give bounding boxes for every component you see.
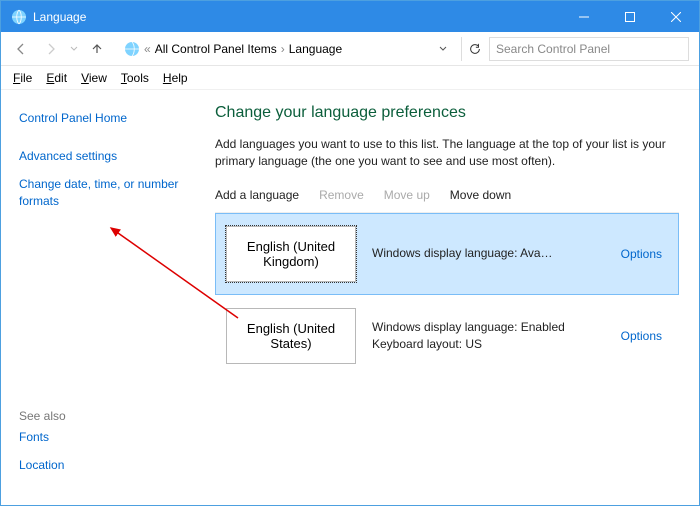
language-meta: Windows display language: Ava… bbox=[372, 245, 605, 262]
breadcrumb-language[interactable]: Language bbox=[285, 40, 346, 58]
remove-button[interactable]: Remove bbox=[319, 188, 364, 202]
language-tile: English (United States) bbox=[226, 308, 356, 364]
back-button[interactable] bbox=[7, 35, 35, 63]
sidebar-location[interactable]: Location bbox=[19, 451, 197, 479]
refresh-button[interactable] bbox=[461, 37, 487, 61]
sidebar-advanced[interactable]: Advanced settings bbox=[19, 142, 197, 170]
language-row-uk[interactable]: English (United Kingdom) Windows display… bbox=[215, 213, 679, 295]
language-icon bbox=[11, 9, 27, 25]
menu-tools[interactable]: Tools bbox=[121, 71, 149, 85]
minimize-button[interactable] bbox=[561, 1, 607, 32]
sidebar-fonts[interactable]: Fonts bbox=[19, 423, 197, 451]
page-description: Add languages you want to use to this li… bbox=[215, 136, 679, 170]
sidebar-formats[interactable]: Change date, time, or number formats bbox=[19, 170, 197, 214]
menu-edit[interactable]: Edit bbox=[46, 71, 67, 85]
sidebar-home[interactable]: Control Panel Home bbox=[19, 104, 197, 132]
main-panel: Change your language preferences Add lan… bbox=[215, 90, 699, 505]
move-up-button[interactable]: Move up bbox=[384, 188, 430, 202]
address-bar[interactable]: « All Control Panel Items › Language bbox=[117, 37, 455, 61]
address-icon bbox=[120, 39, 144, 59]
up-button[interactable] bbox=[83, 35, 111, 63]
language-tile: English (United Kingdom) bbox=[226, 226, 356, 282]
sidebar: Control Panel Home Advanced settings Cha… bbox=[1, 90, 215, 505]
menu-help[interactable]: Help bbox=[163, 71, 188, 85]
move-down-button[interactable]: Move down bbox=[450, 188, 511, 202]
address-dropdown[interactable] bbox=[434, 42, 452, 56]
language-toolbar: Add a language Remove Move up Move down bbox=[215, 188, 679, 202]
close-button[interactable] bbox=[653, 1, 699, 32]
options-link[interactable]: Options bbox=[621, 329, 662, 343]
maximize-button[interactable] bbox=[607, 1, 653, 32]
see-also-label: See also bbox=[19, 401, 197, 423]
breadcrumb-sep[interactable]: « bbox=[144, 42, 151, 56]
add-language-button[interactable]: Add a language bbox=[215, 188, 299, 202]
forward-button[interactable] bbox=[37, 35, 65, 63]
language-row-us[interactable]: English (United States) Windows display … bbox=[215, 295, 679, 377]
search-placeholder: Search Control Panel bbox=[496, 42, 610, 56]
content-area: Control Panel Home Advanced settings Cha… bbox=[1, 90, 699, 505]
menu-file[interactable]: File bbox=[13, 71, 32, 85]
language-meta: Windows display language: Enabled Keyboa… bbox=[372, 319, 605, 353]
window-title: Language bbox=[33, 10, 86, 24]
breadcrumb-all-items[interactable]: All Control Panel Items bbox=[151, 40, 281, 58]
menu-view[interactable]: View bbox=[81, 71, 107, 85]
options-link[interactable]: Options bbox=[621, 247, 662, 261]
recent-locations-dropdown[interactable] bbox=[67, 35, 81, 63]
title-bar: Language bbox=[1, 1, 699, 32]
search-input[interactable]: Search Control Panel bbox=[489, 37, 689, 61]
nav-toolbar: « All Control Panel Items › Language Sea… bbox=[1, 32, 699, 66]
menu-bar: File Edit View Tools Help bbox=[1, 66, 699, 90]
language-list: English (United Kingdom) Windows display… bbox=[215, 212, 679, 377]
page-heading: Change your language preferences bbox=[215, 104, 679, 122]
